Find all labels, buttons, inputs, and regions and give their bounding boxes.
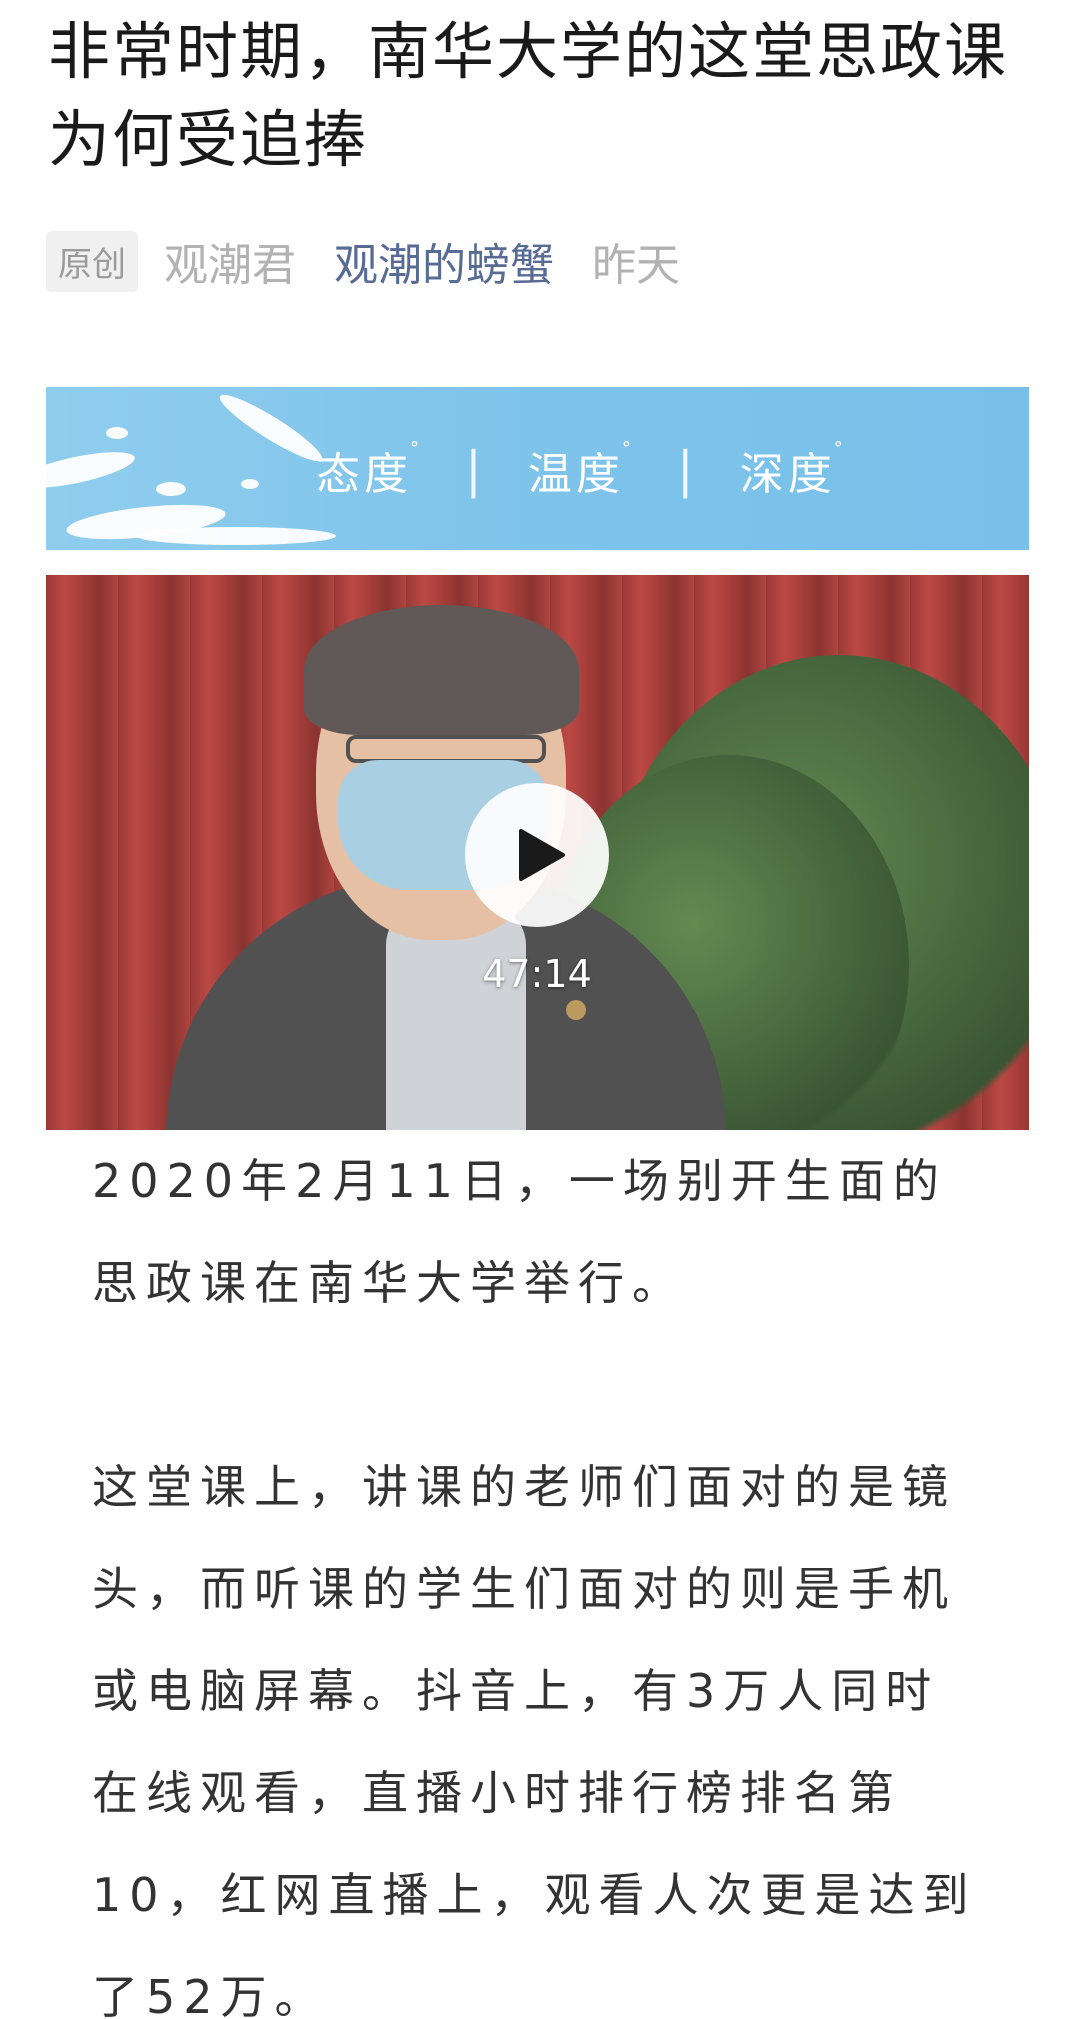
play-button[interactable]: [465, 783, 609, 927]
article-title: 非常时期，南华大学的这堂思政课为何受追捧: [48, 15, 1009, 176]
splash-decoration: [46, 444, 138, 496]
banner-separator: |: [465, 441, 486, 499]
splash-decoration: [106, 427, 128, 439]
publish-time: 昨天: [592, 240, 680, 291]
article-body: 2020年2月11日，一场别开生面的思政课在南华大学举行。 这堂课上，讲课的老师…: [92, 1130, 992, 2019]
account-link[interactable]: 观潮的螃蟹: [334, 229, 554, 293]
splash-decoration: [136, 527, 336, 545]
article-paragraph: 2020年2月11日，一场别开生面的思政课在南华大学举行。: [92, 1154, 947, 1310]
article-page: 非常时期，南华大学的这堂思政课为何受追捧 原创 观潮君 观潮的螃蟹 昨天 态度°…: [0, 0, 1069, 2019]
original-tag: 原创: [46, 230, 138, 292]
banner-separator: |: [676, 441, 698, 499]
header-banner-image: 态度° | 温度° | 深度°: [46, 387, 1029, 550]
splash-decoration: [156, 482, 186, 496]
banner-slogan: 态度° | 温度° | 深度°: [316, 425, 847, 515]
video-duration: 47:14: [482, 952, 592, 996]
splash-decoration: [214, 387, 328, 470]
play-icon: [519, 829, 565, 881]
article-paragraph: 这堂课上，讲课的老师们面对的是镜头，而听课的学生们面对的则是手机或电脑屏幕。抖音…: [92, 1460, 977, 2019]
banner-item-warmth: 温度°: [527, 438, 635, 500]
splash-decoration: [241, 479, 259, 489]
banner-item-attitude: 态度°: [316, 438, 423, 500]
author-name: 观潮君: [164, 240, 296, 291]
banner-item-depth: 深度°: [739, 438, 847, 500]
article-meta: 原创 观潮君 观潮的螃蟹 昨天: [46, 230, 680, 292]
